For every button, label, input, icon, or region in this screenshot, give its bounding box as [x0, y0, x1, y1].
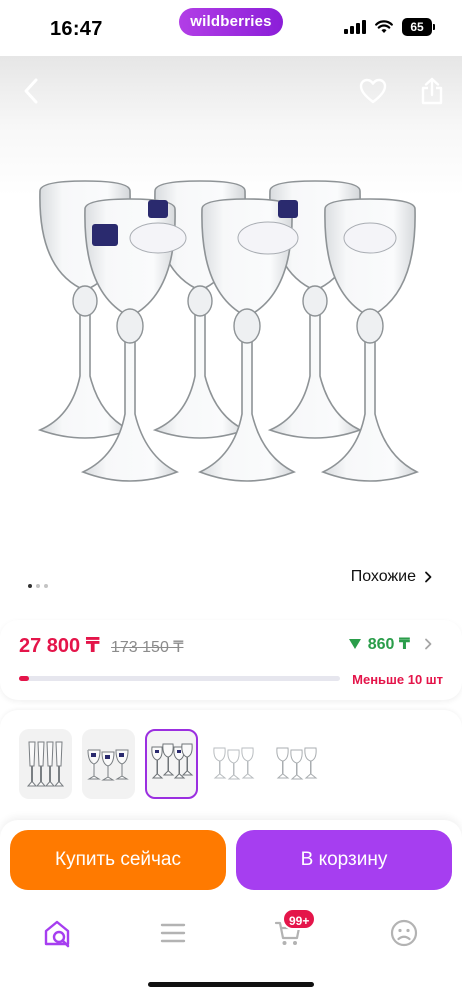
gallery-pagination	[28, 584, 48, 588]
pagination-dot	[36, 584, 40, 588]
share-button[interactable]	[416, 72, 448, 110]
home-search-icon	[44, 920, 70, 948]
purchase-actions: Купить сейчас В корзину	[0, 820, 462, 900]
tab-catalog[interactable]	[156, 916, 190, 950]
profile-icon	[390, 919, 418, 947]
favorite-button[interactable]	[356, 74, 390, 108]
variant-thumbnail[interactable]	[271, 729, 324, 799]
clear-glasses-thumbnail	[212, 747, 254, 780]
share-icon	[421, 77, 443, 105]
old-price: 173 150 ₸	[111, 639, 184, 656]
bottom-tab-bar: 99+	[0, 900, 462, 999]
tab-home[interactable]	[40, 916, 74, 950]
stock-label: Меньше 10 шт	[352, 672, 443, 687]
variant-thumbnail-selected[interactable]	[145, 729, 198, 799]
status-time: 16:47	[50, 18, 103, 40]
variant-thumbnail[interactable]	[82, 729, 135, 799]
cashback-amount: 860 ₸	[367, 636, 410, 653]
cart-count-badge: 99+	[282, 908, 317, 930]
product-gallery[interactable]: Похожие	[0, 56, 462, 696]
similar-products-link[interactable]: Похожие	[351, 568, 432, 586]
current-price: 27 800 ₸	[19, 635, 100, 657]
stock-progress-bar	[19, 676, 340, 681]
down-triangle-icon	[348, 639, 361, 649]
back-arrow-icon	[24, 78, 38, 104]
wine-glasses-thumbnail	[150, 743, 193, 779]
add-to-cart-button[interactable]: В корзину	[236, 830, 452, 890]
heart-icon	[359, 78, 387, 104]
short-glasses-thumbnail	[86, 749, 129, 781]
chevron-right-icon	[425, 571, 432, 583]
cellular-signal-icon	[344, 20, 366, 34]
status-bar: 16:47 wildberries 65	[0, 0, 462, 56]
variant-thumbnails	[19, 729, 324, 799]
variant-thumbnail[interactable]	[208, 729, 261, 799]
similar-label: Похожие	[350, 568, 416, 585]
tall-glasses-thumbnail	[26, 741, 64, 787]
buy-now-button[interactable]: Купить сейчас	[10, 830, 226, 890]
stock-progress-fill	[19, 676, 29, 681]
price-card: 27 800 ₸ 173 150 ₸ 860 ₸ Меньше 10 шт	[0, 620, 462, 700]
pagination-dot	[44, 584, 48, 588]
wifi-icon	[375, 20, 393, 33]
status-icons: 65	[344, 18, 435, 36]
back-button[interactable]	[14, 72, 48, 110]
tab-profile[interactable]	[387, 916, 421, 950]
catalog-icon	[160, 923, 186, 943]
cashback-button[interactable]: 860 ₸	[348, 634, 432, 654]
brand-logo: wildberries	[179, 8, 283, 36]
battery-icon: 65	[402, 18, 435, 36]
home-indicator	[148, 982, 314, 987]
pagination-dot	[28, 584, 32, 588]
chevron-right-icon	[425, 638, 432, 650]
variants-section	[0, 710, 462, 830]
variant-thumbnail[interactable]	[19, 729, 72, 799]
product-image[interactable]	[30, 176, 430, 506]
clear-goblets-thumbnail	[275, 747, 317, 780]
